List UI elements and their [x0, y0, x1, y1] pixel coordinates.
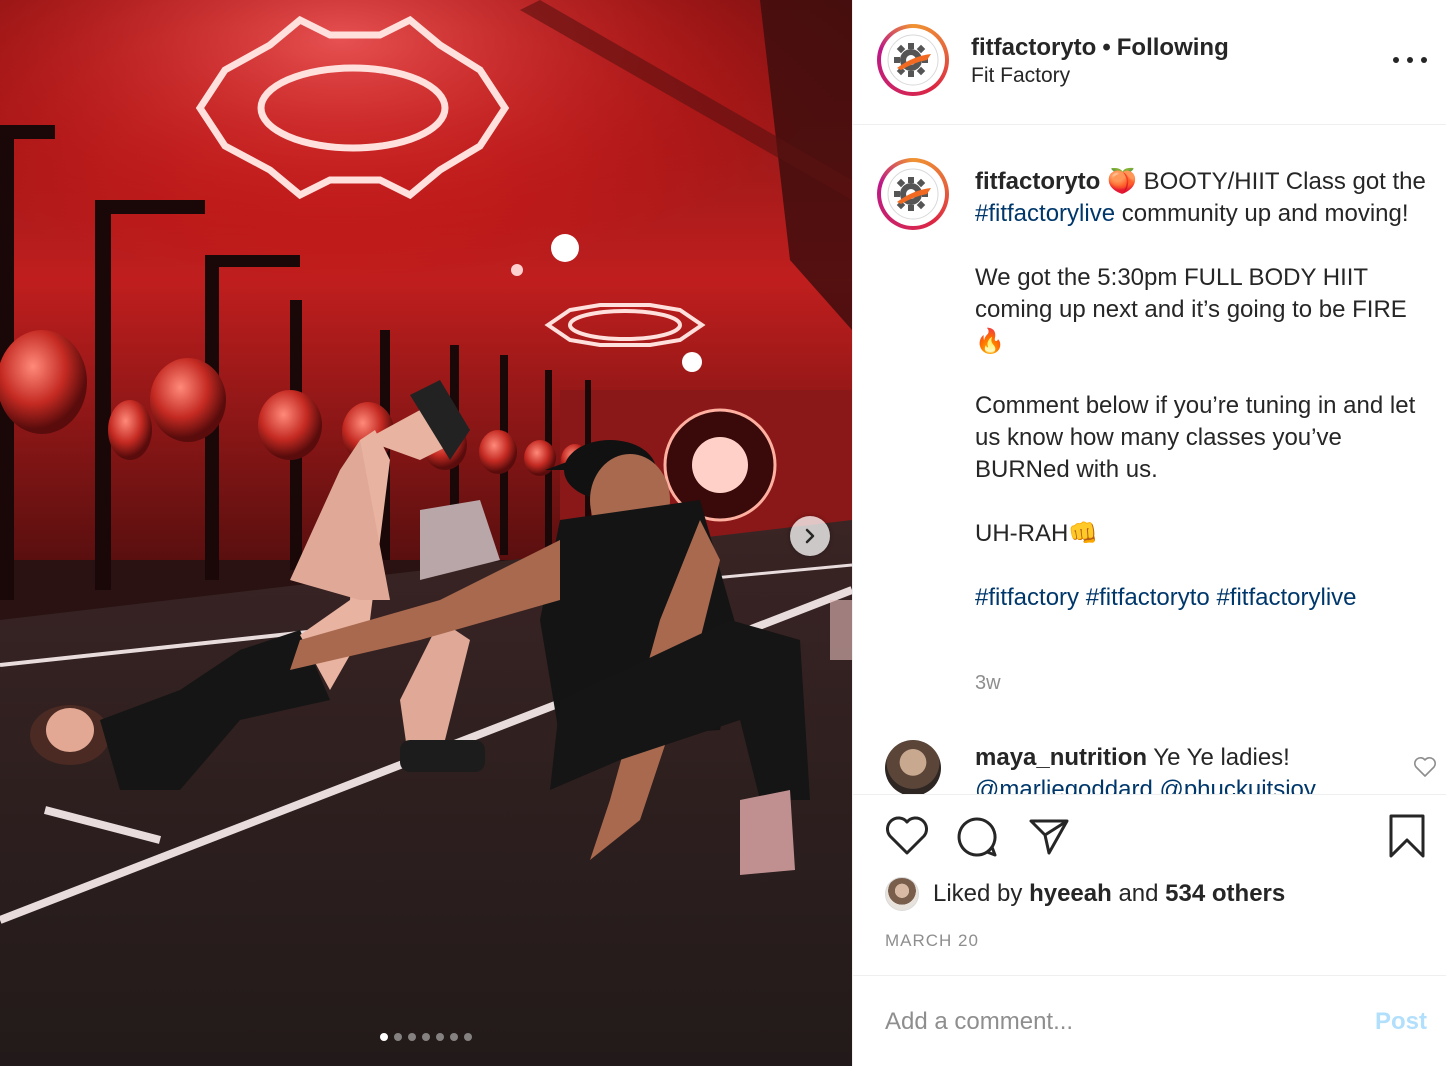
location-link[interactable]: Fit Factory — [971, 64, 1070, 88]
chevron-right-icon — [805, 528, 815, 544]
comment-text: Ye Ye ladies! — [1147, 744, 1290, 771]
more-dot-icon — [1393, 57, 1399, 63]
add-comment-bar: Post — [853, 975, 1446, 1066]
carousel-dot — [408, 1033, 416, 1041]
header-title: fitfactoryto • Following — [971, 34, 1229, 62]
post-actions: Liked by hyeeah and 534 others MARCH 20 — [853, 794, 1446, 974]
save-button[interactable] — [1387, 813, 1427, 864]
liker-username[interactable]: hyeeah — [1029, 880, 1112, 907]
hashtag-link[interactable]: #fitfactorylive — [975, 200, 1115, 227]
like-button[interactable] — [885, 815, 929, 862]
carousel-dot — [380, 1033, 388, 1041]
header-username[interactable]: fitfactoryto — [971, 34, 1096, 61]
gym-scene-image — [0, 0, 852, 1066]
carousel-dot — [422, 1033, 430, 1041]
caption-avatar[interactable] — [877, 158, 949, 230]
heart-outline-icon — [1414, 757, 1436, 777]
more-dot-icon — [1407, 57, 1413, 63]
carousel-next-button[interactable] — [790, 516, 830, 556]
caption-text: 🍑 BOOTY/HIIT Class got the — [1100, 168, 1433, 195]
hashtag-link[interactable]: #fitfactoryto — [1086, 584, 1210, 611]
speech-bubble-icon — [957, 817, 997, 857]
post-comment-button[interactable]: Post — [1375, 1008, 1427, 1036]
comments-section[interactable]: fitfactoryto 🍑 BOOTY/HIIT Class got the … — [853, 126, 1446, 794]
liker-avatar — [885, 877, 919, 911]
comment-body: maya_nutrition Ye Ye ladies! @marliegodda… — [975, 742, 1405, 794]
profile-avatar[interactable] — [877, 24, 949, 96]
caption-timestamp[interactable]: 3w — [975, 672, 1001, 695]
caption-username[interactable]: fitfactoryto — [975, 168, 1100, 195]
gear-logo-icon — [887, 168, 939, 220]
carousel-dot — [464, 1033, 472, 1041]
post-date[interactable]: MARCH 20 — [885, 931, 979, 951]
hashtag-link[interactable]: #fitfactorylive — [1216, 584, 1356, 611]
more-dot-icon — [1421, 57, 1427, 63]
hashtag-link[interactable]: #fitfactory — [975, 584, 1079, 611]
likes-text: Liked by hyeeah and 534 others — [933, 880, 1285, 908]
more-options-button[interactable] — [1393, 48, 1427, 72]
bookmark-icon — [1389, 814, 1425, 858]
likes-prefix: Liked by — [933, 880, 1030, 907]
post-details-panel: fitfactoryto • Following Fit Factory fit… — [852, 0, 1446, 1066]
likes-middle: and — [1111, 880, 1166, 907]
comment-mentions[interactable]: @marliegoddard @phuckuitsjoy — [975, 776, 1316, 794]
comment-like-button[interactable] — [1413, 756, 1437, 783]
likes-count-link[interactable]: 534 others — [1165, 880, 1285, 907]
share-button[interactable] — [1027, 815, 1071, 862]
gear-logo-icon — [887, 34, 939, 86]
likes-summary[interactable]: Liked by hyeeah and 534 others — [885, 877, 1285, 911]
post-header: fitfactoryto • Following Fit Factory — [853, 0, 1446, 125]
comment-username[interactable]: maya_nutrition — [975, 744, 1147, 771]
carousel-dot — [450, 1033, 458, 1041]
comment-button[interactable] — [955, 815, 999, 864]
carousel-dot — [436, 1033, 444, 1041]
comment-input[interactable] — [885, 1002, 1345, 1042]
carousel-dots — [0, 1033, 852, 1041]
carousel-dot — [394, 1033, 402, 1041]
paper-plane-icon — [1029, 819, 1069, 855]
header-separator: • — [1102, 34, 1111, 61]
comment-item: maya_nutrition Ye Ye ladies! @marliegodda… — [853, 738, 1446, 794]
post-caption: fitfactoryto 🍑 BOOTY/HIIT Class got the … — [975, 166, 1435, 614]
heart-icon — [886, 816, 928, 855]
follow-status-button[interactable]: Following — [1117, 34, 1229, 61]
caption-text: community up and moving! We got the 5:30… — [975, 200, 1416, 547]
commenter-avatar[interactable] — [885, 740, 941, 794]
post-photo[interactable] — [0, 0, 852, 1066]
